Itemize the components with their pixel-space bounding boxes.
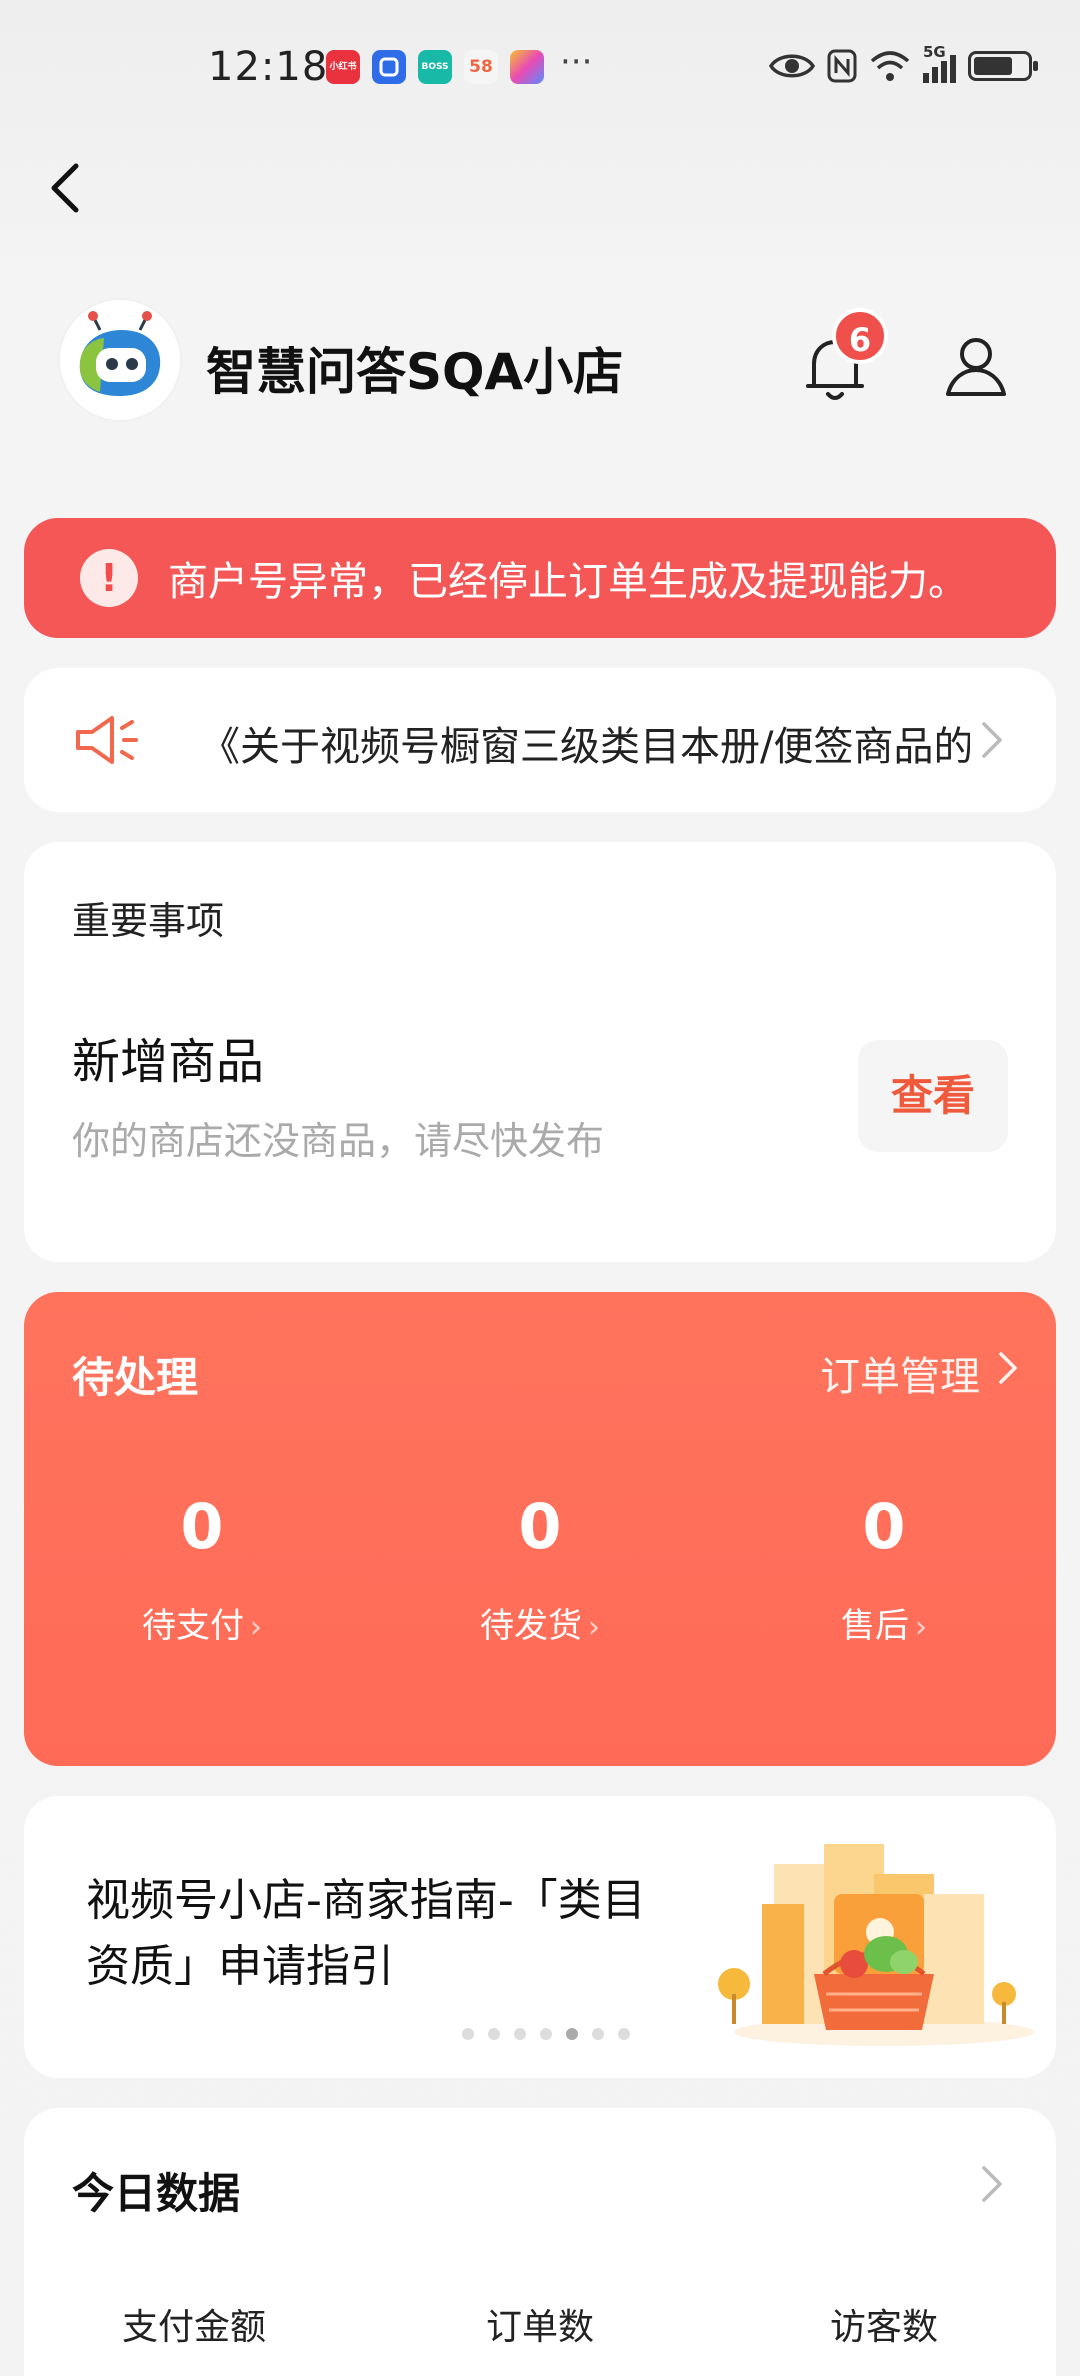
- shop-avatar[interactable]: [60, 300, 180, 420]
- visitor-count-label: 访客数: [829, 2307, 938, 2348]
- order-count-label: 订单数: [485, 2307, 594, 2348]
- shop-name: 智慧问答SQA小店: [206, 343, 624, 401]
- order-management-label: 订单管理: [820, 1354, 980, 1400]
- signal-type-label: 5G: [923, 43, 946, 61]
- chevron-right-icon: ›: [915, 1610, 927, 1645]
- chevron-right-icon: [999, 1352, 1017, 1384]
- exclamation-icon: !: [80, 549, 138, 607]
- merchant-guide-banner[interactable]: 视频号小店-商家指南-「类目资质」申请指引: [24, 1796, 1056, 2078]
- today-data-card[interactable]: 今日数据 支付金额 订单数 访客数: [24, 2108, 1056, 2376]
- user-icon: [946, 338, 1006, 396]
- view-button[interactable]: 查看: [858, 1040, 1008, 1152]
- carousel-dot: [488, 2028, 500, 2040]
- status-time: 12:18: [208, 44, 329, 90]
- announcement-text: 《关于视频号橱窗三级类目本册/便签商品的规范说明》: [200, 724, 970, 770]
- announcement-bar[interactable]: 《关于视频号橱窗三级类目本册/便签商品的规范说明》: [24, 668, 1056, 812]
- battery-icon: [968, 51, 1038, 81]
- today-data-title: 今日数据: [72, 2169, 241, 2218]
- robot-logo-icon: [79, 311, 161, 396]
- chevron-right-icon: ›: [588, 1610, 600, 1645]
- blue-app-icon: [372, 50, 406, 84]
- after-sales-stat[interactable]: 0 售后 ›: [764, 1492, 1004, 1647]
- after-sales-count: 0: [862, 1490, 906, 1563]
- pending-title: 待处理: [72, 1353, 199, 1402]
- alert-text: 商户号异常，已经停止订单生成及提现能力。: [168, 559, 968, 605]
- back-button[interactable]: [40, 152, 96, 224]
- carousel-dot: [618, 2028, 630, 2040]
- colorful-app-icon: [510, 50, 544, 84]
- pending-payment-count: 0: [180, 1490, 224, 1563]
- boss-app-icon: BOSS: [418, 50, 452, 84]
- user-profile-button[interactable]: [940, 330, 1012, 402]
- carousel-dot: [462, 2028, 474, 2040]
- carousel-dot-active: [566, 2028, 578, 2040]
- xiaohongshu-app-icon: 小红书: [326, 50, 360, 84]
- eye-icon: [769, 54, 815, 78]
- status-bar: 12:18 小红书 BOSS 58 ··· 5G: [0, 0, 1080, 140]
- merchant-alert-banner[interactable]: ! 商户号异常，已经停止订单生成及提现能力。: [24, 518, 1056, 638]
- chevron-right-icon: [982, 2166, 1002, 2202]
- payment-amount-label: 支付金额: [121, 2307, 266, 2348]
- nfc-icon: [827, 49, 857, 83]
- pending-shipment-count: 0: [518, 1490, 562, 1563]
- pending-shipment-stat[interactable]: 0 待发货 ›: [420, 1492, 660, 1647]
- shop-basket-illustration: [718, 1844, 1034, 2046]
- pending-shipment-label: 待发货: [480, 1606, 582, 1646]
- back-arrow-icon: [51, 163, 79, 213]
- status-icons: 5G: [769, 43, 1038, 88]
- add-product-description: 你的商店还没商品，请尽快发布: [72, 1119, 605, 1163]
- notification-badge: 6: [832, 308, 888, 364]
- carousel-dots: [462, 2028, 630, 2040]
- pending-payment-label: 待支付: [142, 1606, 244, 1646]
- pending-card: 待处理 订单管理 0 待支付 › 0 待发货 › 0 售后 ›: [24, 1292, 1056, 1766]
- add-product-title: 新增商品: [72, 1034, 265, 1090]
- important-items-title: 重要事项: [72, 899, 225, 943]
- chevron-right-icon: ›: [250, 1610, 262, 1645]
- order-management-link[interactable]: 订单管理: [820, 1344, 1017, 1402]
- shop-header: 智慧问答SQA小店 6: [60, 300, 1020, 420]
- after-sales-label: 售后: [841, 1606, 909, 1646]
- 58-app-icon: 58: [464, 50, 498, 84]
- megaphone-icon: [76, 716, 138, 764]
- carousel-dot: [514, 2028, 526, 2040]
- carousel-dot: [592, 2028, 604, 2040]
- more-notifications-icon: ···: [560, 42, 593, 82]
- pending-payment-stat[interactable]: 0 待支付 ›: [82, 1492, 322, 1647]
- wifi-icon: [870, 51, 910, 81]
- carousel-dot: [540, 2028, 552, 2040]
- guide-banner-text: 视频号小店-商家指南-「类目资质」申请指引: [86, 1875, 646, 1992]
- cellular-signal-icon: 5G: [923, 43, 956, 83]
- important-items-card: 重要事项 新增商品 你的商店还没商品，请尽快发布 查看: [24, 842, 1056, 1262]
- chevron-right-icon: [982, 722, 1002, 758]
